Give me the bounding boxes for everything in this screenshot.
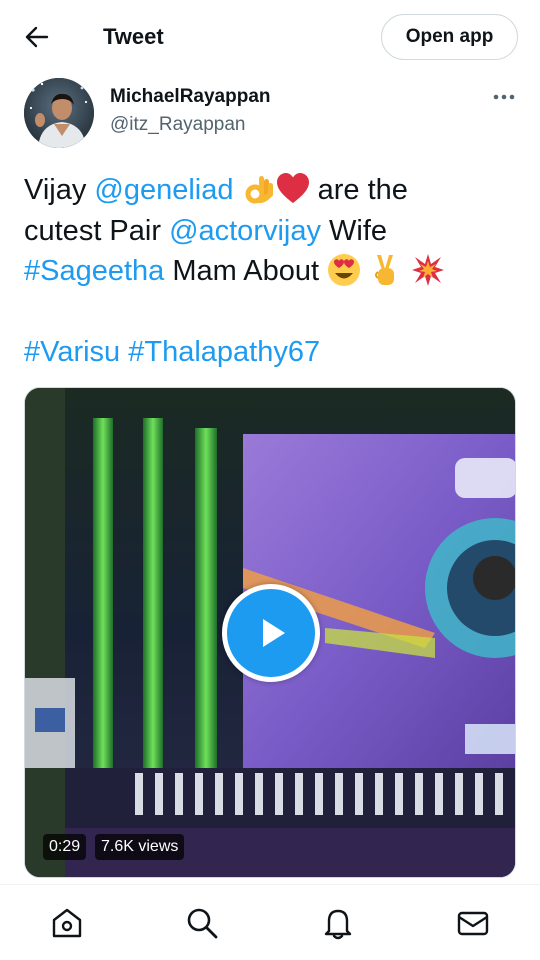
mention-link[interactable]: @actorvijay (169, 215, 321, 247)
play-icon (263, 619, 285, 647)
heart-eyes-emoji (328, 254, 361, 286)
tweet-text-segment: cutest Pair (24, 214, 170, 247)
victory-hand-emoji (375, 255, 395, 285)
more-options-button[interactable] (488, 86, 520, 108)
tweet-line-5: #Varisu #Thalapathy67 (24, 332, 524, 373)
bottom-nav (0, 884, 540, 960)
open-app-button[interactable]: Open app (381, 14, 518, 60)
video-player[interactable]: 0:29 7.6K views (24, 387, 516, 878)
tweet-line-2: cutest Pair @actorvijay Wife (24, 211, 524, 252)
home-icon (52, 908, 82, 938)
tweet-line-1: Vijay @geneliad are the (24, 170, 524, 211)
more-dots-icon (493, 94, 515, 100)
messages-icon (457, 911, 489, 936)
author-handle[interactable]: @itz_Rayappan (110, 114, 245, 136)
tweet-text-segment: Vijay (24, 174, 95, 206)
author-display-name[interactable]: MichaelRayappan (110, 86, 271, 108)
hashtag-link[interactable]: #Thalapathy67 (128, 336, 320, 368)
red-heart-emoji (276, 173, 309, 203)
nav-search[interactable] (184, 905, 220, 941)
hashtag-link[interactable]: #Varisu (24, 336, 120, 368)
tweet-text-segment: are the (309, 174, 408, 206)
play-button[interactable] (222, 584, 320, 682)
tweet-text: Vijay @geneliad are the cutest Pair @act… (24, 170, 524, 372)
nav-home[interactable] (49, 905, 85, 941)
back-arrow-icon (25, 26, 49, 48)
back-button[interactable] (18, 20, 56, 54)
collision-emoji (412, 254, 445, 286)
tweet-text-segment: Mam About (164, 255, 328, 287)
page-title: Tweet (103, 24, 164, 49)
nav-messages[interactable] (455, 905, 491, 941)
top-bar: Tweet Open app (0, 0, 540, 74)
hashtag-link[interactable]: #Sageetha (24, 255, 164, 287)
video-duration-badge: 0:29 (43, 834, 87, 860)
mention-link[interactable]: @geneliad (94, 174, 233, 206)
avatar[interactable] (24, 78, 94, 148)
notifications-icon (324, 909, 352, 940)
video-views-badge: 7.6K views (95, 834, 185, 860)
ok-hand-emoji (245, 176, 273, 204)
tweet-line-3: #Sageetha Mam About (24, 251, 524, 292)
tweet-text-segment: Wife (321, 214, 388, 247)
nav-notifications[interactable] (320, 905, 356, 941)
search-icon (187, 908, 218, 939)
